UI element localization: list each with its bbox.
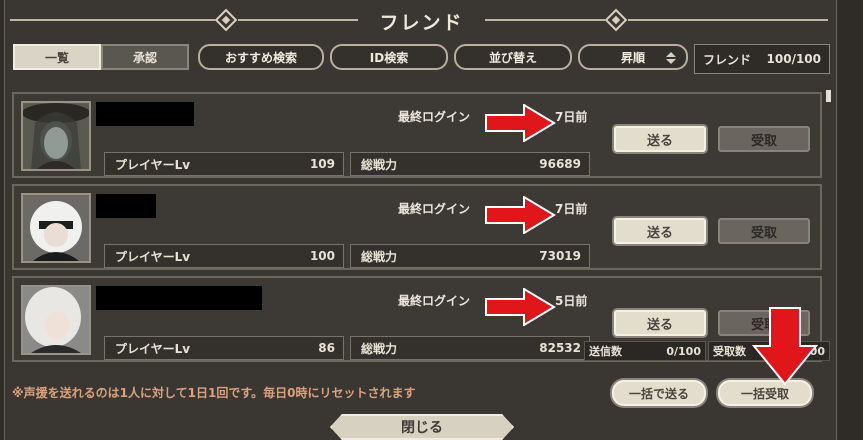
page-title: フレンド [379, 12, 464, 34]
scrollbar-thumb[interactable] [826, 90, 831, 102]
id-search-button[interactable]: ID検索 [330, 44, 448, 70]
red-arrow-right-icon [485, 104, 556, 142]
avatar-portrait-image [23, 195, 89, 261]
total-power-value: 96689 [539, 157, 581, 171]
player-level-value: 100 [309, 249, 335, 263]
title-divider-right-inner [485, 19, 605, 21]
player-name-redacted [96, 102, 194, 126]
player-name-redacted [96, 286, 262, 310]
sent-count: 送信数 0/100 [584, 341, 706, 361]
red-arrow-right-icon [485, 196, 556, 234]
send-cheer-button[interactable]: 送る [614, 126, 706, 152]
total-power-value: 73019 [539, 249, 581, 263]
player-level-label: プレイヤーLv [115, 249, 191, 264]
total-power-box: 総戦力 96689 [350, 152, 590, 176]
total-power-box: 総戦力 82532 [350, 336, 590, 360]
tab-approval[interactable]: 承認 [101, 44, 189, 70]
avatar[interactable] [21, 101, 91, 171]
sort-button[interactable]: 並び替え [454, 44, 572, 70]
player-level-box: プレイヤーLv 109 [104, 152, 344, 176]
order-label: 昇順 [620, 50, 645, 65]
last-login-value: 5日前 [555, 294, 588, 308]
received-count-label: 受取数 [713, 345, 746, 358]
player-level-box: プレイヤーLv 86 [104, 336, 344, 360]
friend-count-value: 100/100 [766, 52, 821, 66]
send-all-button[interactable]: 一括で送る [612, 380, 706, 406]
title-bar: フレンド [0, 0, 863, 40]
tab-list[interactable]: 一覧 [13, 44, 101, 70]
close-button[interactable]: 閉じる [330, 414, 514, 440]
send-cheer-button[interactable]: 送る [614, 218, 706, 244]
sent-count-value: 0/100 [666, 344, 701, 358]
friend-card: 最終ログイン 7日前 プレイヤーLv 109 総戦力 96689 送る 受取 [12, 92, 822, 178]
player-level-value: 86 [318, 341, 335, 355]
sent-count-label: 送信数 [589, 345, 622, 358]
player-level-label: プレイヤーLv [115, 341, 191, 356]
recommend-search-button[interactable]: おすすめ検索 [198, 44, 324, 70]
last-login-label: 最終ログイン [398, 294, 471, 308]
last-login-label: 最終ログイン [398, 110, 471, 124]
player-level-box: プレイヤーLv 100 [104, 244, 344, 268]
receive-button[interactable]: 受取 [718, 126, 810, 152]
title-divider-right [628, 19, 828, 21]
total-power-label: 総戦力 [361, 341, 398, 356]
avatar[interactable] [21, 193, 91, 263]
friend-count: フレンド 100/100 [694, 44, 830, 74]
friend-card: 最終ログイン 7日前 プレイヤーLv 100 総戦力 73019 送る 受取 [12, 184, 822, 270]
sort-updown-icon [666, 52, 676, 64]
avatar[interactable] [21, 285, 91, 355]
last-login-value: 7日前 [555, 202, 588, 216]
total-power-label: 総戦力 [361, 249, 398, 264]
player-level-label: プレイヤーLv [115, 157, 191, 172]
avatar-portrait-image [23, 287, 89, 353]
last-login-value: 7日前 [555, 110, 588, 124]
receive-button[interactable]: 受取 [718, 218, 810, 244]
reset-notice: ※声援を送れるのは1人に対して1日1回です。毎日0時にリセットされます [12, 386, 416, 400]
total-power-value: 82532 [539, 341, 581, 355]
player-level-value: 109 [309, 157, 335, 171]
player-name-redacted [96, 194, 156, 218]
send-cheer-button[interactable]: 送る [614, 310, 706, 336]
friend-count-label: フレンド [703, 52, 752, 67]
red-arrow-down-icon [751, 307, 819, 386]
order-toggle-button[interactable]: 昇順 [578, 44, 688, 70]
red-arrow-right-icon [485, 288, 556, 326]
total-power-box: 総戦力 73019 [350, 244, 590, 268]
last-login-label: 最終ログイン [398, 202, 471, 216]
total-power-label: 総戦力 [361, 157, 398, 172]
avatar-portrait-image [23, 103, 89, 169]
